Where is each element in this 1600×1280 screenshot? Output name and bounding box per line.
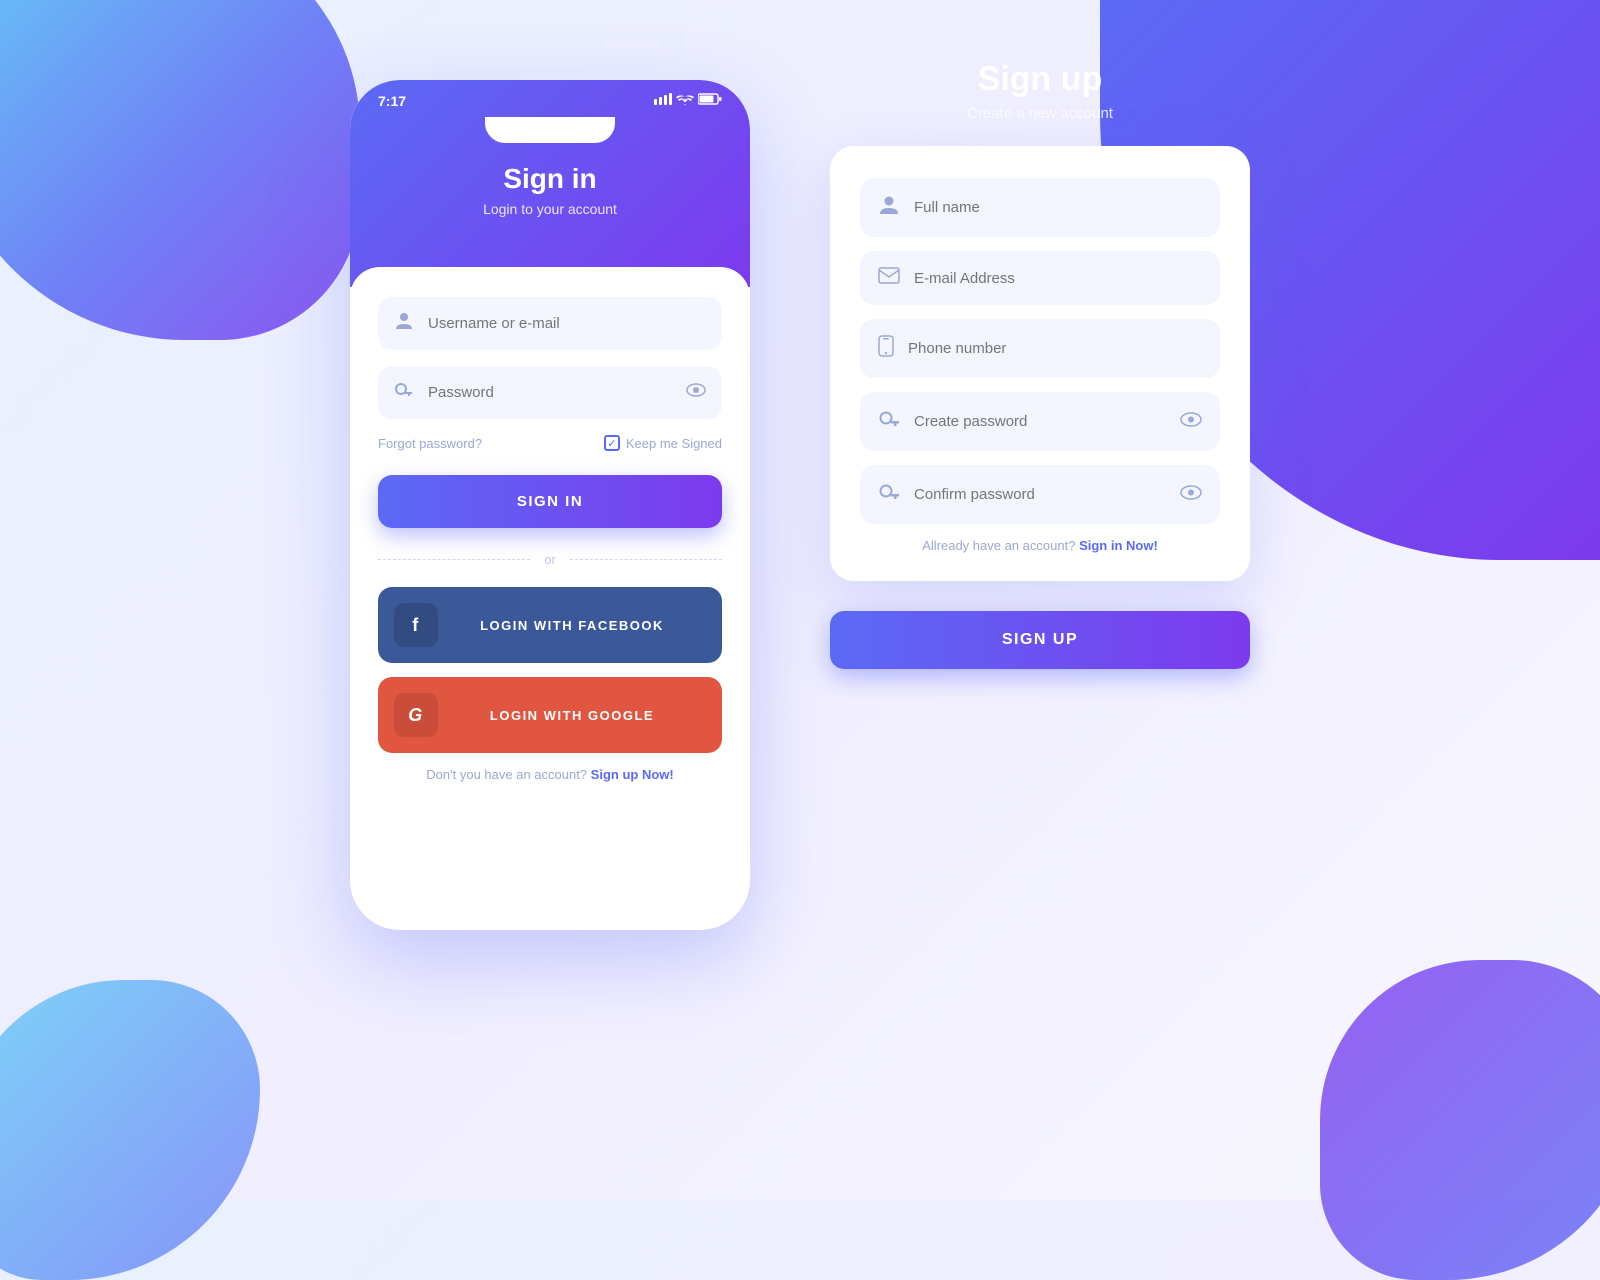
phone-wrapper <box>860 319 1220 378</box>
phone-icon <box>878 335 894 362</box>
full-name-icon <box>878 194 900 221</box>
password-group <box>378 366 722 419</box>
email-input[interactable] <box>914 270 1202 287</box>
signin-now-link[interactable]: Sign in Now! <box>1079 538 1158 553</box>
user-icon <box>394 311 414 336</box>
keep-signed-container: ✓ Keep me Signed <box>604 435 722 451</box>
phone-input[interactable] <box>908 340 1202 357</box>
signup-section: Sign up Create a new account <box>830 60 1250 669</box>
create-password-input[interactable] <box>914 413 1166 430</box>
email-wrapper <box>860 251 1220 305</box>
confirm-password-input[interactable] <box>914 486 1166 503</box>
signup-now-link[interactable]: Sign up Now! <box>591 767 674 782</box>
status-icons <box>654 92 722 109</box>
confirm-password-wrapper <box>860 465 1220 524</box>
key-icon <box>394 380 414 405</box>
phone-notch <box>485 117 615 143</box>
keep-signed-label: Keep me Signed <box>626 436 722 451</box>
wifi-icon <box>676 92 694 109</box>
full-name-wrapper <box>860 178 1220 237</box>
create-password-group <box>860 392 1220 451</box>
confirm-password-eye-icon[interactable] <box>1180 485 1202 505</box>
email-icon <box>878 267 900 289</box>
email-group <box>860 251 1220 305</box>
signup-already: Allready have an account? Sign in Now! <box>860 538 1220 553</box>
username-input[interactable] <box>428 315 706 332</box>
create-password-wrapper <box>860 392 1220 451</box>
or-label: or <box>544 552 556 567</box>
create-password-eye-icon[interactable] <box>1180 412 1202 432</box>
password-input[interactable] <box>428 384 672 401</box>
phone-title: Sign in <box>350 163 750 195</box>
phone-group <box>860 319 1220 378</box>
confirm-password-group <box>860 465 1220 524</box>
already-text: Allready have an account? <box>922 538 1075 553</box>
battery-icon <box>698 93 722 108</box>
options-row: Forgot password? ✓ Keep me Signed <box>378 435 722 451</box>
facebook-icon: f <box>394 603 438 647</box>
username-group <box>378 297 722 350</box>
signal-icon <box>654 93 672 108</box>
username-wrapper <box>378 297 722 350</box>
phone-subtitle: Login to your account <box>350 201 750 217</box>
phone-title-area: Sign in Login to your account <box>350 143 750 247</box>
phone-mockup: 7:17 <box>350 80 750 930</box>
facebook-button-label: LOGIN WITH FACEBOOK <box>438 618 706 633</box>
phone-footer-text: Don't you have an account? <box>426 767 587 782</box>
status-bar: 7:17 <box>350 80 750 117</box>
google-login-button[interactable]: G LOGIN WITH GOOGLE <box>378 677 722 753</box>
forgot-password-link[interactable]: Forgot password? <box>378 436 482 451</box>
phone-body: Forgot password? ✓ Keep me Signed SIGN I… <box>350 267 750 810</box>
phone-header: 7:17 <box>350 80 750 287</box>
phone-footer: Don't you have an account? Sign up Now! <box>378 767 722 782</box>
signup-subtitle: Create a new account <box>967 105 1113 122</box>
signup-content: Sign up Create a new account <box>830 60 1250 669</box>
confirm-password-key-icon <box>878 481 900 508</box>
signup-button[interactable]: SIGN UP <box>830 611 1250 669</box>
or-divider: or <box>378 552 722 567</box>
keep-signed-checkbox[interactable]: ✓ <box>604 435 620 451</box>
create-password-key-icon <box>878 408 900 435</box>
sign-in-button[interactable]: SIGN IN <box>378 475 722 528</box>
google-icon: G <box>394 693 438 737</box>
google-button-label: LOGIN WITH GOOGLE <box>438 708 706 723</box>
signup-title-area: Sign up Create a new account <box>967 60 1113 122</box>
full-name-group <box>860 178 1220 237</box>
signup-title: Sign up <box>967 60 1113 99</box>
full-name-input[interactable] <box>914 199 1202 216</box>
status-time: 7:17 <box>378 93 406 109</box>
password-eye-icon[interactable] <box>686 383 706 402</box>
facebook-login-button[interactable]: f LOGIN WITH FACEBOOK <box>378 587 722 663</box>
background-blob-bottom-right <box>1320 960 1600 1280</box>
password-wrapper <box>378 366 722 419</box>
background-blob-bottom-left <box>0 980 260 1280</box>
signup-card: Allready have an account? Sign in Now! <box>830 146 1250 581</box>
